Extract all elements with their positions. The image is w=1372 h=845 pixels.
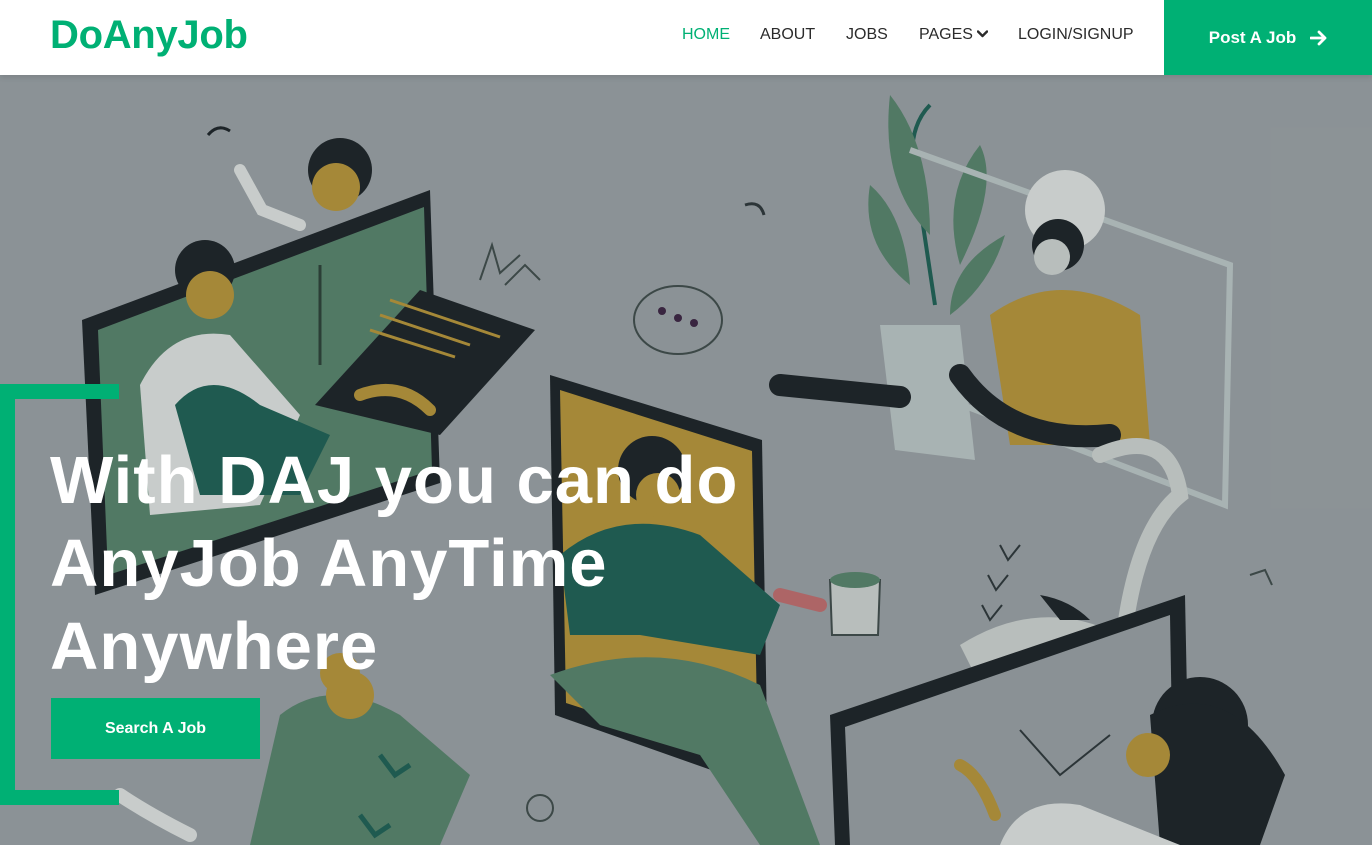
brand-logo[interactable]: DoAnyJob xyxy=(50,12,248,58)
post-job-button[interactable]: Post A Job xyxy=(1164,0,1372,75)
arrow-right-icon xyxy=(1310,30,1327,45)
hero-headline-line-1: With DAJ you can do xyxy=(50,443,739,518)
hero-frame-bottom xyxy=(0,790,119,805)
search-job-button[interactable]: Search A Job xyxy=(51,698,260,759)
nav-home[interactable]: HOME xyxy=(682,26,730,44)
navbar: DoAnyJob HOME ABOUT JOBS PAGES LOGIN/SIG… xyxy=(0,0,1372,75)
hero-headline: With DAJ you can do AnyJob AnyTime Anywh… xyxy=(50,439,950,688)
nav-about[interactable]: ABOUT xyxy=(760,26,815,44)
hero-headline-line-2: AnyJob AnyTime xyxy=(50,526,608,601)
nav-jobs[interactable]: JOBS xyxy=(846,26,888,44)
hero-frame-top xyxy=(0,384,119,399)
chevron-down-icon xyxy=(976,25,989,43)
nav-login-signup[interactable]: LOGIN/SIGNUP xyxy=(1018,26,1134,44)
hero-section: With DAJ you can do AnyJob AnyTime Anywh… xyxy=(0,75,1372,845)
hero-headline-line-3: Anywhere xyxy=(50,609,379,684)
nav-pages-label: PAGES xyxy=(919,26,973,43)
nav-pages[interactable]: PAGES xyxy=(919,25,989,44)
post-job-label: Post A Job xyxy=(1208,27,1297,47)
hero-frame-left xyxy=(0,384,15,805)
